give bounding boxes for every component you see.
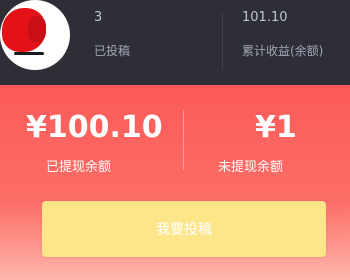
- withdrawn-amount: ¥100.10: [26, 110, 163, 145]
- pending-amount: ¥1: [255, 110, 297, 145]
- stat-earnings-value: 101.10: [242, 10, 288, 25]
- stat-divider: [222, 12, 223, 70]
- stat-earnings: 101.10 累计收益(余额): [242, 8, 323, 60]
- balance-card: ¥100.10 已提现余额 ¥1 未提现余额 我要投稿: [0, 85, 350, 280]
- profile-header: 3 已投稿 101.10 累计收益(余额): [0, 0, 350, 85]
- stat-posted-label: 已投稿: [94, 44, 131, 58]
- avatar[interactable]: [0, 0, 70, 70]
- stat-posted: 3 已投稿: [94, 8, 130, 60]
- balance-divider: [183, 110, 184, 170]
- avatar-image-detail: [28, 16, 46, 42]
- pending-label: 未提现余额: [218, 160, 284, 175]
- avatar-image-stroke: [14, 52, 44, 55]
- page: 3 已投稿 101.10 累计收益(余额) ¥100.10 已提现余额 ¥1 未…: [0, 0, 350, 280]
- stat-earnings-label: 累计收益(余额): [242, 44, 324, 58]
- withdrawn-label: 已提现余额: [46, 160, 112, 175]
- submit-post-button[interactable]: 我要投稿: [42, 201, 326, 257]
- stat-posted-value: 3: [94, 10, 103, 25]
